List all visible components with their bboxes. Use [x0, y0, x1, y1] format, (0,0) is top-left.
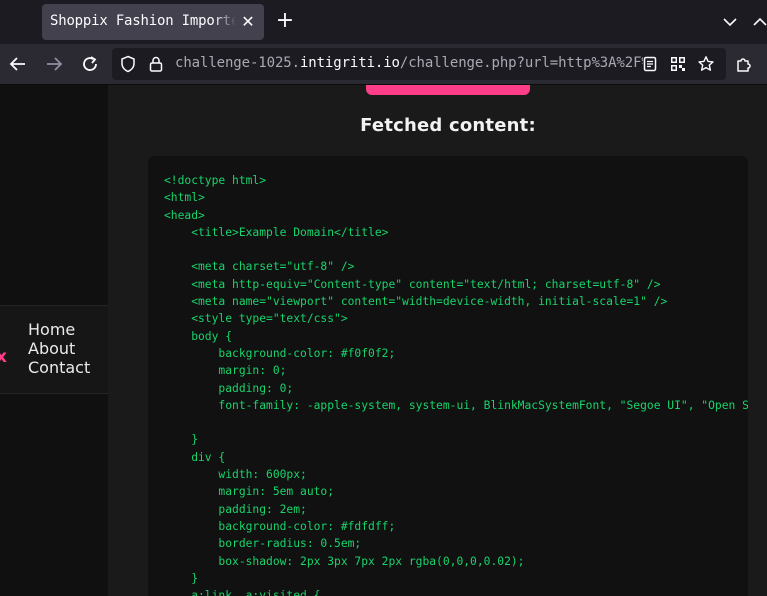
address-bar[interactable]: challenge-1025.intigriti.io/challenge.ph…	[112, 48, 726, 80]
code-line: <meta http-equiv="Content-type" content=…	[164, 277, 661, 291]
code-line: div {	[164, 450, 226, 464]
extensions-puzzle-icon[interactable]	[732, 52, 756, 76]
page-content: x Home About Contact Fetched content: <!…	[0, 85, 767, 596]
url-prefix: challenge-1025.	[175, 55, 300, 71]
code-line: <html>	[164, 191, 205, 205]
code-line: font-family: -apple-system, system-ui, B…	[218, 398, 748, 412]
code-line: }	[164, 433, 199, 447]
tab-shoppix[interactable]: Shoppix Fashion Importer ✕	[42, 4, 264, 40]
code-block: <!doctype html> <html> <head> <title>Exa…	[148, 156, 748, 596]
url-path: /challenge.php?url=http%3A%2F%2Fexample.…	[399, 55, 643, 71]
code-line: padding: 2em;	[164, 502, 307, 516]
code-line: <meta charset="utf-8" />	[164, 260, 355, 274]
code-line: border-radius: 0.5em;	[164, 537, 362, 551]
code-line: <style type="text/css">	[164, 312, 348, 326]
new-tab-icon[interactable]: +	[274, 10, 296, 32]
window-chevron-up-icon[interactable]	[750, 12, 767, 32]
code-line: background-color: #fdfdff;	[164, 519, 396, 533]
forward-arrow-icon[interactable]	[42, 52, 66, 76]
bookmark-star-icon[interactable]	[696, 54, 716, 74]
sidebar-menu: x Home About Contact	[0, 305, 108, 394]
code-line: margin: 0;	[164, 364, 287, 378]
menu-close-icon[interactable]: x	[0, 349, 10, 366]
tab-close-icon[interactable]: ✕	[238, 12, 258, 32]
code-line: <title>Example Domain</title>	[164, 225, 389, 239]
nav-link-about[interactable]: About	[28, 339, 108, 358]
code-line: <meta name="viewport" content="width=dev…	[164, 295, 668, 309]
code-line: <!doctype html>	[164, 174, 267, 187]
tracking-shield-icon[interactable]	[118, 54, 138, 74]
code-line: margin: 5em auto;	[164, 485, 335, 499]
reader-view-icon[interactable]	[640, 54, 660, 74]
fetch-button[interactable]	[366, 85, 530, 95]
code-line: background-color: #f0f0f2;	[164, 346, 396, 360]
tab-list-chevron-down-icon[interactable]	[720, 12, 740, 32]
sidebar: x Home About Contact	[0, 85, 108, 596]
reload-icon[interactable]	[78, 52, 102, 76]
code-line: box-shadow: 2px 3px 7px 2px rgba(0,0,0,0…	[164, 554, 525, 568]
fetched-html-source: <!doctype html> <html> <head> <title>Exa…	[164, 172, 748, 596]
lock-icon[interactable]	[146, 54, 166, 74]
code-line: body {	[164, 329, 233, 343]
code-line: }	[164, 571, 199, 585]
code-line: width: 600px;	[164, 468, 307, 482]
tab-title: Shoppix Fashion Importer	[50, 13, 236, 29]
nav-link-home[interactable]: Home	[28, 320, 108, 339]
tab-strip: Shoppix Fashion Importer ✕ +	[0, 0, 767, 44]
code-line: a:link, a:visited {	[164, 589, 321, 596]
qr-code-icon[interactable]	[668, 54, 688, 74]
code-line: padding: 0;	[164, 381, 294, 395]
navigation-toolbar: challenge-1025.intigriti.io/challenge.ph…	[0, 44, 767, 85]
fetched-content-heading: Fetched content:	[360, 115, 536, 136]
back-arrow-icon[interactable]	[6, 52, 30, 76]
nav-link-contact[interactable]: Contact	[28, 358, 108, 377]
code-line: <head>	[164, 208, 205, 222]
url-host: intigriti.io	[299, 55, 400, 71]
url-text[interactable]: challenge-1025.intigriti.io/challenge.ph…	[175, 55, 643, 71]
